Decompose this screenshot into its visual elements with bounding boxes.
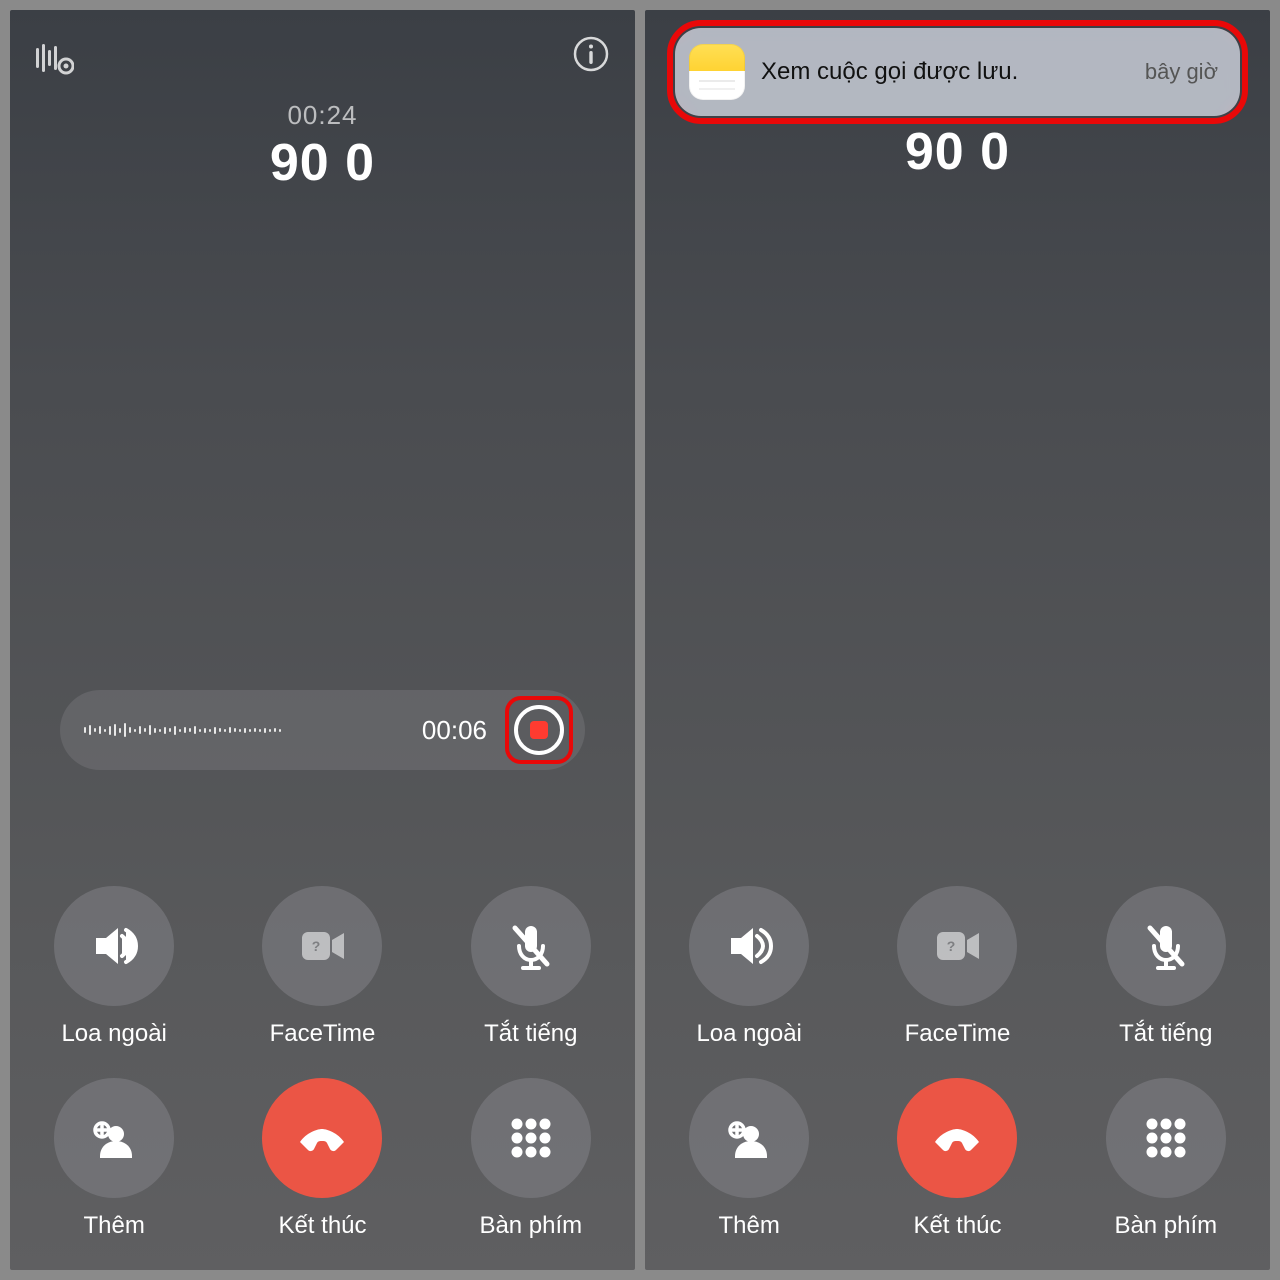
recording-time: 00:06 <box>297 715 495 746</box>
call-controls: Loa ngoài ? FaceTime Tắt tiếng Thêm Kết … <box>10 886 635 1240</box>
recording-bar: 00:06 <box>60 690 585 770</box>
keypad-label: Bàn phím <box>1114 1212 1217 1240</box>
call-timer: 00:24 <box>10 100 635 131</box>
highlight-box <box>505 696 573 764</box>
mute-label: Tắt tiếng <box>484 1020 577 1048</box>
info-icon[interactable] <box>571 34 611 74</box>
end-call-button[interactable]: Kết thúc <box>897 1078 1017 1240</box>
more-button[interactable]: Thêm <box>54 1078 174 1240</box>
keypad-button[interactable]: Bàn phím <box>471 1078 591 1240</box>
speaker-button[interactable]: Loa ngoài <box>54 886 174 1048</box>
facetime-button[interactable]: ? FaceTime <box>897 886 1017 1048</box>
end-call-button[interactable]: Kết thúc <box>262 1078 382 1240</box>
facetime-label: FaceTime <box>905 1020 1011 1048</box>
speaker-label: Loa ngoài <box>696 1020 801 1048</box>
notification-time: bây giờ <box>1145 59 1218 85</box>
mute-label: Tắt tiếng <box>1119 1020 1212 1048</box>
speaker-label: Loa ngoài <box>61 1020 166 1048</box>
call-screen-left: 00:24 90 0 00:06 Loa ngoài ? FaceTime Tắ… <box>10 10 635 1270</box>
notification-banner[interactable]: Xem cuộc gọi được lưu. bây giờ <box>675 28 1240 116</box>
more-button[interactable]: Thêm <box>689 1078 809 1240</box>
speaker-button[interactable]: Loa ngoài <box>689 886 809 1048</box>
facetime-button[interactable]: ? FaceTime <box>262 886 382 1048</box>
waveform-icon <box>84 710 281 750</box>
facetime-label: FaceTime <box>270 1020 376 1048</box>
notes-app-icon <box>689 44 745 100</box>
end-label: Kết thúc <box>278 1212 366 1240</box>
more-label: Thêm <box>718 1212 779 1240</box>
end-label: Kết thúc <box>913 1212 1001 1240</box>
audio-wave-icon[interactable] <box>34 38 74 78</box>
mute-button[interactable]: Tắt tiếng <box>1106 886 1226 1048</box>
keypad-label: Bàn phím <box>479 1212 582 1240</box>
stop-record-button[interactable] <box>514 705 564 755</box>
more-label: Thêm <box>83 1212 144 1240</box>
caller-name: 90 0 <box>10 133 635 193</box>
caller-name: 90 0 <box>645 122 1270 182</box>
call-controls: Loa ngoài ? FaceTime Tắt tiếng Thêm Kết … <box>645 886 1270 1240</box>
highlight-box: Xem cuộc gọi được lưu. bây giờ <box>667 20 1248 124</box>
notification-text: Xem cuộc gọi được lưu. <box>761 58 1129 86</box>
mute-button[interactable]: Tắt tiếng <box>471 886 591 1048</box>
call-screen-right: Xem cuộc gọi được lưu. bây giờ 90 0 Loa … <box>645 10 1270 1270</box>
svg-text:?: ? <box>312 938 321 954</box>
keypad-button[interactable]: Bàn phím <box>1106 1078 1226 1240</box>
svg-text:?: ? <box>947 938 956 954</box>
